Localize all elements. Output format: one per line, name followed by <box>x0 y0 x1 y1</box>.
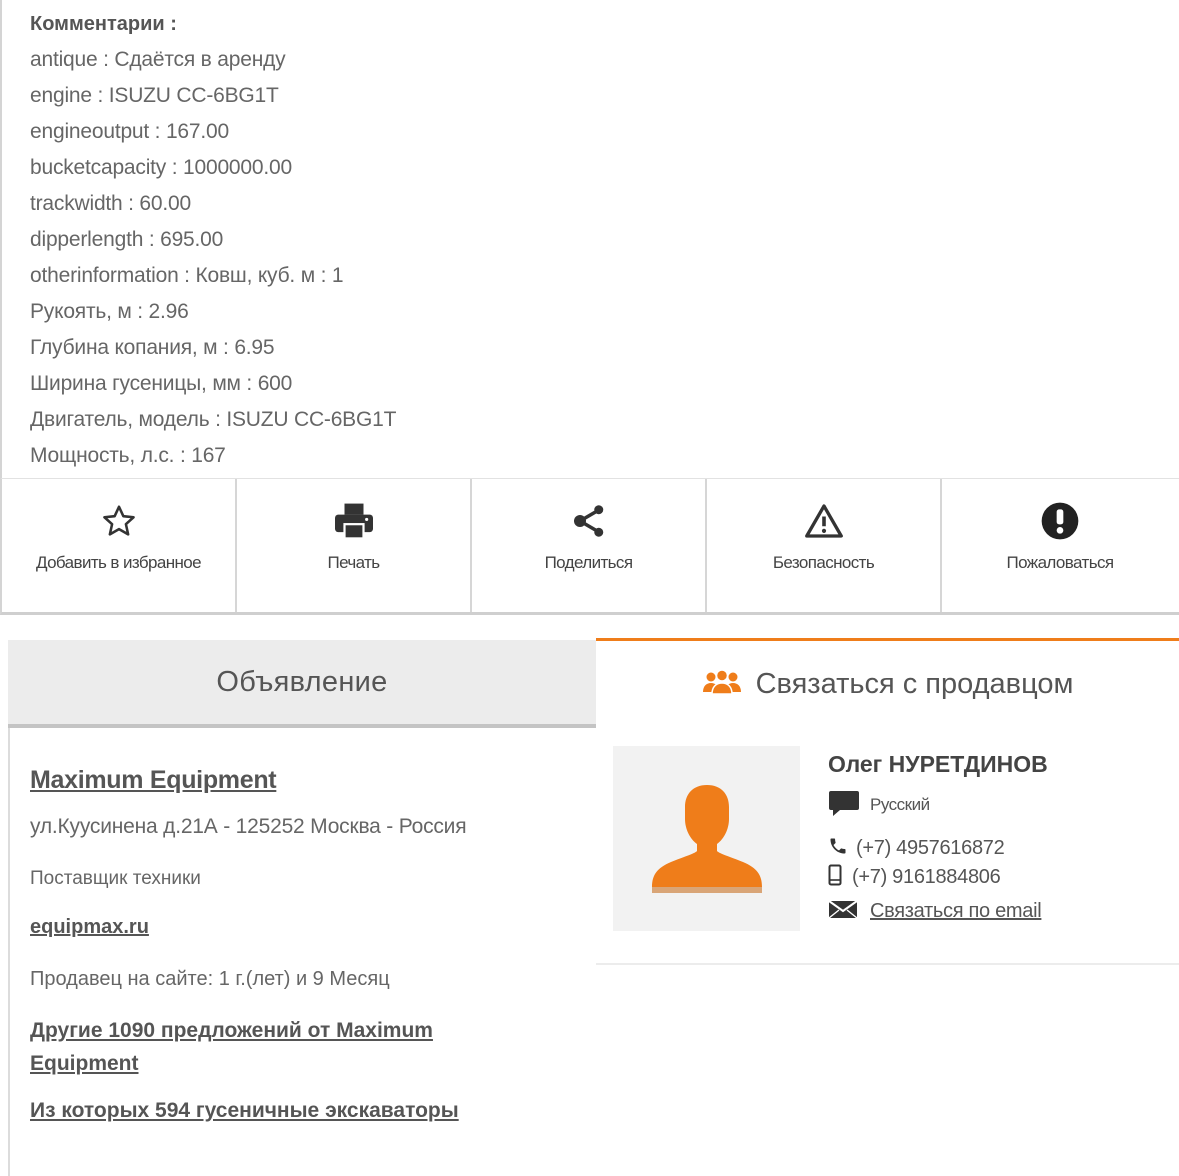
envelope-icon <box>828 899 858 924</box>
action-bar: Добавить в избранное Печать Поделиться Б… <box>0 478 1179 615</box>
comment-line: Ширина гусеницы, мм : 600 <box>30 372 293 395</box>
safety-button[interactable]: Безопасность <box>707 479 942 612</box>
seller-since: Продавец на сайте: 1 г.(лет) и 9 Месяц <box>30 968 390 990</box>
comment-line: trackwidth : 60.00 <box>30 192 191 215</box>
speech-bubble-icon <box>828 789 860 822</box>
tab-listing-label: Объявление <box>216 665 388 698</box>
panel-border <box>8 728 10 1176</box>
add-to-favorites-label: Добавить в избранное <box>35 553 202 572</box>
comment-line: Мощность, л.с. : 167 <box>30 444 226 467</box>
mobile-phone-icon <box>828 864 842 891</box>
share-icon <box>570 501 608 541</box>
contact-divider <box>596 963 1179 965</box>
comment-line: bucketcapacity : 1000000.00 <box>30 156 292 179</box>
contact-phone[interactable]: (+7) 4957616872 <box>828 834 1168 862</box>
tab-listing[interactable]: Объявление <box>8 640 596 728</box>
person-silhouette-icon <box>651 784 762 893</box>
share-button[interactable]: Поделиться <box>472 479 707 612</box>
warning-triangle-icon <box>804 501 844 541</box>
comments-title: Комментарии : <box>30 13 177 35</box>
other-offers-link[interactable]: Другие 1090 предложений от Maximum Equip… <box>30 1014 530 1080</box>
contact-phone-number: (+7) 4957616872 <box>856 836 1005 859</box>
tab-contact-seller-label: Связаться с продавцом <box>755 667 1074 700</box>
contact-language-label: Русский <box>870 795 930 814</box>
seller-address: ул.Куусинена д.21А - 125252 Москва - Рос… <box>30 815 467 838</box>
comment-line: antique : Сдаётся в аренду <box>30 48 286 71</box>
contact-mobile[interactable]: (+7) 9161884806 <box>828 862 1168 892</box>
comment-line: engineoutput : 167.00 <box>30 120 229 143</box>
tab-contact-seller[interactable]: Связаться с продавцом <box>596 638 1179 727</box>
subset-offers-link[interactable]: Из которых 594 гусеничные экскаваторы <box>30 1096 570 1126</box>
contact-name: Олег НУРЕТДИНОВ <box>828 751 1048 777</box>
share-label: Поделиться <box>544 553 633 572</box>
exclamation-circle-icon <box>1040 501 1080 541</box>
contact-email-link[interactable]: Связаться по email <box>870 900 1042 923</box>
comment-line: otherinformation : Ковш, куб. м : 1 <box>30 264 344 287</box>
contact-mobile-number: (+7) 9161884806 <box>852 865 1001 888</box>
comment-line: engine : ISUZU CC-6BG1T <box>30 84 279 107</box>
safety-label: Безопасность <box>772 553 875 572</box>
comments-section: Комментарии : antique : Сдаётся в аренду… <box>0 0 1179 478</box>
avatar <box>613 746 800 931</box>
seller-info: Maximum Equipment ул.Куусинена д.21А - 1… <box>30 760 570 1126</box>
seller-name-link[interactable]: Maximum Equipment <box>30 760 570 800</box>
print-label: Печать <box>327 553 380 572</box>
comment-line: Глубина копания, м : 6.95 <box>30 336 275 359</box>
users-group-icon <box>702 668 742 700</box>
phone-icon <box>828 836 848 861</box>
report-button[interactable]: Пожаловаться <box>942 479 1178 612</box>
seller-website-link[interactable]: equipmax.ru <box>30 912 570 942</box>
seller-type: Поставщик техники <box>30 868 201 889</box>
contact-email[interactable]: Связаться по email <box>828 896 1168 926</box>
comment-line: Двигатель, модель : ISUZU CC-6BG1T <box>30 408 397 431</box>
report-label: Пожаловаться <box>1006 553 1115 572</box>
comment-line: Рукоять, м : 2.96 <box>30 300 189 323</box>
printer-icon <box>333 501 375 541</box>
print-button[interactable]: Печать <box>237 479 472 612</box>
contact-language: Русский <box>828 790 1168 820</box>
star-outline-icon <box>101 501 137 541</box>
add-to-favorites-button[interactable]: Добавить в избранное <box>2 479 237 612</box>
contact-details: Олег НУРЕТДИНОВ Русский (+7) 4957616872 … <box>828 746 1168 926</box>
comment-line: dipperlength : 695.00 <box>30 228 224 251</box>
